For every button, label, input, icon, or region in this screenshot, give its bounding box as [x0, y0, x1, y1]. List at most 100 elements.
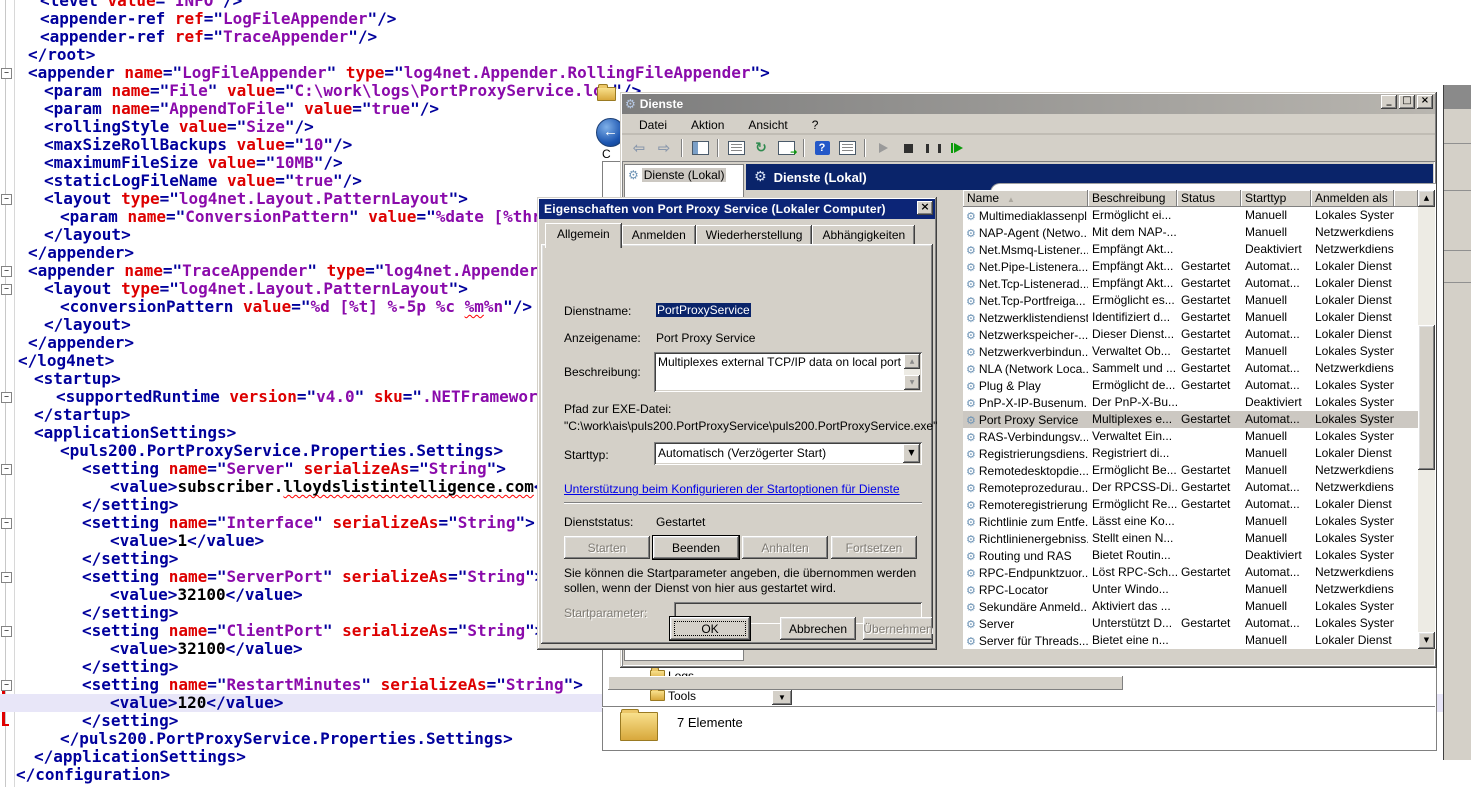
- close-icon[interactable]: ×: [917, 201, 933, 215]
- chevron-down-icon[interactable]: ▼: [903, 444, 920, 463]
- cell-beschreibung: Identifiziert d...: [1088, 309, 1177, 326]
- table-row[interactable]: ⚙RPC-LocatorUnter Windo...ManuellNetzwer…: [963, 581, 1418, 598]
- minimize-button[interactable]: _: [1381, 95, 1397, 109]
- column-header-starttyp[interactable]: Starttyp: [1241, 190, 1311, 207]
- cell-name: ⚙NLA (Network Loca...: [963, 360, 1088, 377]
- back-icon[interactable]: ⇦: [629, 139, 649, 157]
- table-row[interactable]: ⚙Routing und RASBietet Routin...Deaktivi…: [963, 547, 1418, 564]
- bernehmen-button[interactable]: Übernehmen: [863, 617, 933, 640]
- menu-item-ansicht[interactable]: Ansicht: [748, 118, 787, 132]
- ok-button[interactable]: OK: [670, 617, 750, 640]
- tree-item-dienste-lokal[interactable]: ⚙ Dienste (Lokal): [625, 165, 743, 182]
- table-row[interactable]: ⚙Server für Threads...Bietet eine n...Ma…: [963, 632, 1418, 649]
- table-row[interactable]: ⚙Sekundäre Anmeld...Aktiviert das ...Man…: [963, 598, 1418, 615]
- starttyp-label: Starttyp:: [564, 448, 609, 462]
- tab-anmelden[interactable]: Anmelden: [622, 225, 696, 246]
- stop-icon[interactable]: [898, 139, 918, 157]
- pause-icon[interactable]: [923, 139, 943, 157]
- menu-item-aktion[interactable]: Aktion: [691, 118, 724, 132]
- beenden-button[interactable]: Beenden: [653, 536, 739, 559]
- table-row[interactable]: ⚙Remotedesktopdie...Ermöglicht Be...Gest…: [963, 462, 1418, 479]
- help-icon[interactable]: ?: [812, 139, 832, 157]
- column-header-status[interactable]: Status: [1177, 190, 1241, 207]
- cell-starttyp: Manuell: [1241, 632, 1311, 649]
- table-row[interactable]: ⚙Multimediaklassenpl...Ermöglicht ei...M…: [963, 207, 1418, 224]
- scroll-up-icon[interactable]: ▲: [904, 354, 920, 369]
- services-window-titlebar[interactable]: ⚙ Dienste: [622, 94, 1435, 114]
- table-row[interactable]: ⚙Richtlinienergebniss...Stellt einen N..…: [963, 530, 1418, 547]
- table-row[interactable]: ⚙Registrierungsdiens...Registriert di...…: [963, 445, 1418, 462]
- refresh-icon[interactable]: ↻: [751, 139, 771, 157]
- tab-abhngigkeiten[interactable]: Abhängigkeiten: [812, 225, 915, 246]
- cell-beschreibung: Registriert di...: [1088, 445, 1177, 462]
- cell-name: ⚙RPC-Endpunktzuor...: [963, 564, 1088, 581]
- starttyp-combobox[interactable]: Automatisch (Verzögerter Start) ▼: [654, 442, 922, 465]
- scrollbar-thumb[interactable]: [1418, 325, 1435, 470]
- cell-beschreibung: Ermöglicht Be...: [1088, 462, 1177, 479]
- cell-status: [1177, 513, 1241, 530]
- cell-name: ⚙Richtlinie zum Entfe...: [963, 513, 1088, 530]
- table-row[interactable]: ⚙NAP-Agent (Netwo...Mit dem NAP-...Manue…: [963, 224, 1418, 241]
- table-row[interactable]: ⚙RPC-Endpunktzuor...Löst RPC-Sch...Gesta…: [963, 564, 1418, 581]
- abbrechen-button[interactable]: Abbrechen: [780, 617, 856, 640]
- table-row[interactable]: ⚙NLA (Network Loca...Sammelt und ...Gest…: [963, 360, 1418, 377]
- show-tree-icon[interactable]: [690, 139, 710, 157]
- table-row[interactable]: ⚙Net.Tcp-Listenerad...Empfängt Akt...Ges…: [963, 275, 1418, 292]
- dropdown-button[interactable]: ▼: [772, 690, 792, 705]
- table-row[interactable]: ⚙RAS-Verbindungsv...Verwaltet Ein...Manu…: [963, 428, 1418, 445]
- table-row[interactable]: ⚙NetzwerklistendienstIdentifiziert d...G…: [963, 309, 1418, 326]
- vertical-scrollbar[interactable]: ▲ ▼: [1418, 190, 1435, 649]
- extended-view-icon[interactable]: [837, 139, 857, 157]
- maximize-button[interactable]: □: [1399, 95, 1415, 109]
- table-row[interactable]: ⚙Netzwerkverbindun...Verwaltet Ob...Gest…: [963, 343, 1418, 360]
- cell-starttyp: Automat...: [1241, 564, 1311, 581]
- cell-status: Gestartet: [1177, 275, 1241, 292]
- table-row[interactable]: ⚙Richtlinie zum Entfe...Lässt eine Ko...…: [963, 513, 1418, 530]
- scroll-up-button[interactable]: ▲: [1418, 190, 1435, 207]
- cell-name: ⚙Plug & Play: [963, 377, 1088, 394]
- table-row[interactable]: ⚙Net.Msmq-Listener...Empfängt Akt...Deak…: [963, 241, 1418, 258]
- dienstname-value[interactable]: PortProxyService: [656, 303, 751, 317]
- status-text: 7 Elemente: [677, 715, 743, 730]
- table-row[interactable]: ⚙Net.Tcp-Portfreiga...Ermöglicht es...Ge…: [963, 292, 1418, 309]
- close-button[interactable]: ×: [1417, 95, 1433, 109]
- scroll-down-icon[interactable]: ▼: [904, 375, 920, 390]
- menu-item-?[interactable]: ?: [812, 118, 819, 132]
- background-window-titlebar: [1444, 85, 1471, 109]
- list-item[interactable]: Tools: [650, 689, 770, 703]
- cell-starttyp: Deaktiviert: [1241, 241, 1311, 258]
- cell-beschreibung: Lässt eine Ko...: [1088, 513, 1177, 530]
- tab-wiederherstellung[interactable]: Wiederherstellung: [696, 225, 813, 246]
- table-row[interactable]: ⚙Net.Pipe-Listenera...Empfängt Akt...Ges…: [963, 258, 1418, 275]
- services-table-header: Name▲BeschreibungStatusStarttypAnmelden …: [963, 190, 1418, 207]
- column-header-anmeldenals[interactable]: Anmelden als: [1311, 190, 1394, 207]
- column-header-beschreibung[interactable]: Beschreibung: [1088, 190, 1177, 207]
- forward-icon[interactable]: ⇨: [654, 139, 674, 157]
- restart-icon[interactable]: [948, 139, 968, 157]
- table-row[interactable]: ⚙ServerUnterstützt D...GestartetAutomat.…: [963, 615, 1418, 632]
- dialog-titlebar[interactable]: Eigenschaften von Port Proxy Service (Lo…: [539, 199, 935, 219]
- export-list-icon[interactable]: [776, 139, 796, 157]
- table-row[interactable]: ⚙Port Proxy ServiceMultiplexes e...Gesta…: [963, 411, 1418, 428]
- cell-status: Gestartet: [1177, 343, 1241, 360]
- scroll-down-button[interactable]: ▼: [1418, 632, 1435, 649]
- service-gear-icon: ⚙: [966, 431, 976, 444]
- fortsetzen-button[interactable]: Fortsetzen: [831, 536, 917, 559]
- table-row[interactable]: ⚙Netzwerkspeicher-...Dieser Dienst...Ges…: [963, 326, 1418, 343]
- start-icon[interactable]: [873, 139, 893, 157]
- startoptions-help-link[interactable]: Unterstützung beim Konfigurieren der Sta…: [564, 482, 900, 496]
- anhalten-button[interactable]: Anhalten: [742, 536, 828, 559]
- starten-button[interactable]: Starten: [564, 536, 650, 559]
- properties-icon[interactable]: [726, 139, 746, 157]
- table-row[interactable]: ⚙Plug & PlayErmöglicht de...GestartetAut…: [963, 377, 1418, 394]
- cell-anmelden-als: Lokales System: [1311, 207, 1394, 224]
- table-row[interactable]: ⚙RemoteregistrierungErmöglicht Re...Gest…: [963, 496, 1418, 513]
- horizontal-scrollbar[interactable]: [608, 676, 1123, 690]
- table-row[interactable]: ⚙PnP-X-IP-Busenum...Der PnP-X-Bu...Deakt…: [963, 394, 1418, 411]
- menu-item-datei[interactable]: Datei: [639, 118, 667, 132]
- textbox-scrollbar[interactable]: ▲ ▼: [904, 354, 920, 390]
- tab-allgemein[interactable]: Allgemein: [545, 223, 622, 248]
- table-row[interactable]: ⚙Remoteprozedurau...Der RPCSS-Di...Gesta…: [963, 479, 1418, 496]
- beschreibung-textbox[interactable]: Multiplexes external TCP/IP data on loca…: [654, 352, 922, 392]
- column-header-name[interactable]: Name▲: [963, 190, 1088, 207]
